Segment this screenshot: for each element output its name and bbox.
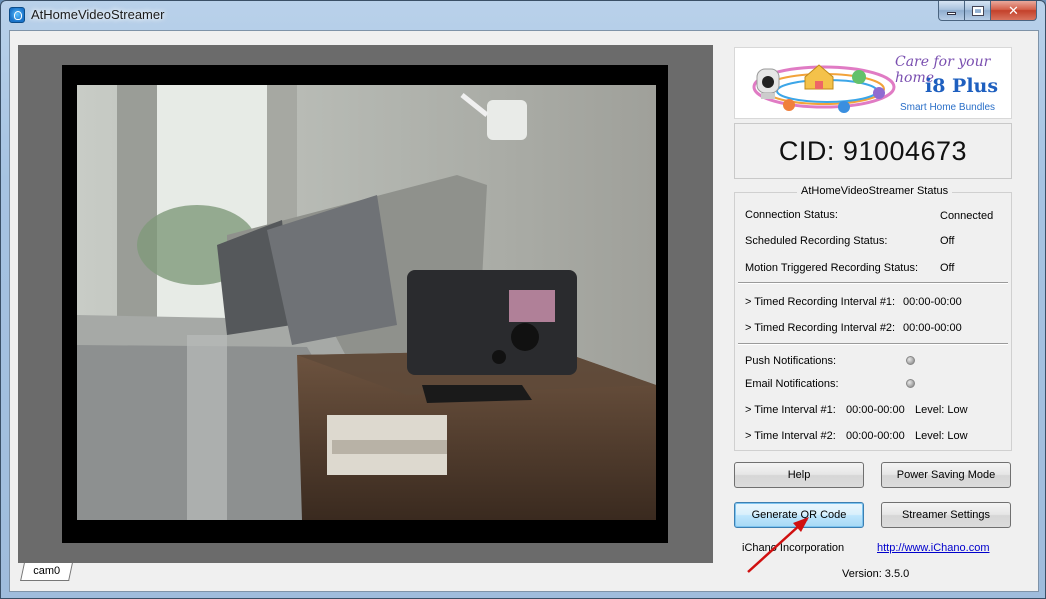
window-title: AtHomeVideoStreamer bbox=[31, 7, 165, 22]
status-divider bbox=[738, 282, 1008, 284]
logo-graphic-icon bbox=[752, 64, 896, 113]
cid-label: CID: bbox=[778, 135, 835, 166]
power-saving-mode-button[interactable]: Power Saving Mode bbox=[881, 462, 1011, 488]
connection-status-label: Connection Status: bbox=[745, 209, 838, 221]
motion-recording-label: Motion Triggered Recording Status: bbox=[745, 262, 919, 274]
cid-display: CID: 91004673 bbox=[734, 123, 1012, 179]
status-divider bbox=[738, 343, 1008, 345]
email-notifications-indicator-icon bbox=[906, 379, 915, 388]
motion-recording-value: Off bbox=[940, 262, 955, 274]
app-window: AtHomeVideoStreamer ✕ cam0 Care for your… bbox=[0, 0, 1046, 599]
logo-title: i8 Plus bbox=[925, 75, 999, 97]
maximize-icon bbox=[971, 5, 984, 16]
video-preview-area bbox=[18, 45, 713, 563]
title-bar[interactable]: AtHomeVideoStreamer ✕ bbox=[1, 1, 1045, 29]
tab-label: cam0 bbox=[33, 565, 61, 577]
scheduled-recording-value: Off bbox=[940, 235, 955, 247]
version-label: Version: 3.5.0 bbox=[842, 568, 910, 580]
time-interval-1-value: 00:00-00:00 bbox=[846, 404, 905, 416]
status-group-title: AtHomeVideoStreamer Status bbox=[797, 185, 953, 197]
timed-interval-1-label: > Timed Recording Interval #1: bbox=[745, 296, 896, 308]
annotation-arrow-icon bbox=[747, 517, 809, 573]
camera-tabs: cam0 bbox=[20, 563, 100, 583]
scheduled-recording-label: Scheduled Recording Status: bbox=[745, 235, 888, 247]
time-interval-1-label: > Time Interval #1: bbox=[745, 404, 836, 416]
cid-value: 91004673 bbox=[842, 135, 968, 166]
client-area: cam0 Care for your home i8 Plus Smart Ho… bbox=[9, 30, 1039, 592]
streamer-settings-button[interactable]: Streamer Settings bbox=[881, 502, 1011, 528]
time-interval-2-level: Level: Low bbox=[915, 430, 968, 442]
tab-cam0[interactable]: cam0 bbox=[20, 563, 73, 581]
logo-subtitle: Smart Home Bundles bbox=[900, 102, 996, 113]
minimize-icon bbox=[947, 12, 956, 15]
time-interval-1-level: Level: Low bbox=[915, 404, 968, 416]
push-notifications-label: Push Notifications: bbox=[745, 355, 837, 367]
push-notifications-indicator-icon bbox=[906, 356, 915, 365]
camera-video-feed[interactable] bbox=[77, 85, 656, 520]
time-interval-2-label: > Time Interval #2: bbox=[745, 430, 836, 442]
time-interval-2-value: 00:00-00:00 bbox=[846, 430, 905, 442]
minimize-button[interactable] bbox=[938, 1, 965, 21]
close-icon: ✕ bbox=[1008, 2, 1019, 18]
status-group: AtHomeVideoStreamer Status Connection St… bbox=[734, 185, 1012, 451]
timed-interval-2-value: 00:00-00:00 bbox=[903, 322, 962, 334]
timed-interval-2-label: > Timed Recording Interval #2: bbox=[745, 322, 896, 334]
close-button[interactable]: ✕ bbox=[991, 1, 1037, 21]
maximize-button[interactable] bbox=[965, 1, 991, 21]
video-frame bbox=[62, 65, 668, 543]
camera-scene-image bbox=[77, 85, 656, 520]
email-notifications-label: Email Notifications: bbox=[745, 378, 839, 390]
timed-interval-1-value: 00:00-00:00 bbox=[903, 296, 962, 308]
window-controls: ✕ bbox=[938, 1, 1037, 21]
website-link[interactable]: http://www.iChano.com bbox=[877, 542, 990, 554]
help-button[interactable]: Help bbox=[734, 462, 864, 488]
brand-logo: Care for your home i8 Plus Smart Home Bu… bbox=[734, 47, 1012, 119]
app-icon[interactable] bbox=[9, 7, 25, 23]
connection-status-value: Connected bbox=[940, 210, 994, 222]
